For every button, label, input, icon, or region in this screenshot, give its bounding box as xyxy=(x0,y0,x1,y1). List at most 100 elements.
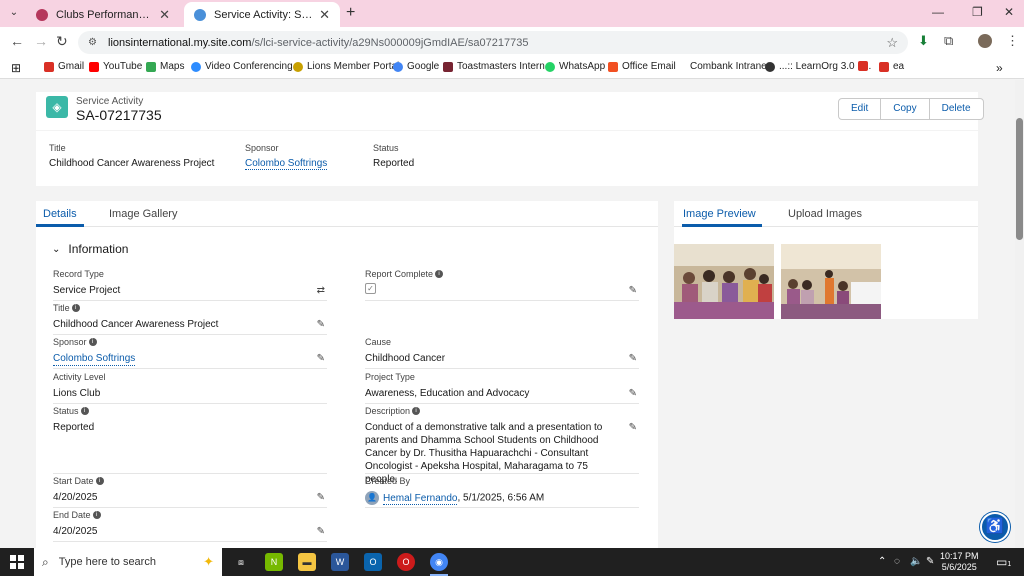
bookmark-label: Maps xyxy=(160,61,185,72)
reload-icon[interactable]: ↻ xyxy=(56,34,68,48)
bookmark-toastmasters[interactable]: Toastmasters Intern... xyxy=(443,61,553,72)
forward-icon[interactable]: → xyxy=(34,34,48,48)
tab-upload-images[interactable]: Upload Images xyxy=(788,208,862,220)
info-icon[interactable]: i xyxy=(435,270,444,278)
record-header: ◈ Service Activity SA-07217735 Edit Copy… xyxy=(36,92,984,186)
nvidia-app-icon[interactable]: N xyxy=(265,553,283,571)
field-record-type: Record Type Service Project ⇄ xyxy=(53,269,327,301)
volume-icon[interactable]: 🔈 xyxy=(910,556,922,567)
task-view-icon[interactable]: ⧈ xyxy=(232,553,250,571)
report-complete-checkbox[interactable]: ✓ xyxy=(365,283,376,294)
windows-start-icon[interactable] xyxy=(10,555,24,569)
word-icon[interactable]: W xyxy=(331,553,349,571)
image-thumbnail[interactable] xyxy=(674,244,774,319)
profile-avatar-icon[interactable] xyxy=(978,34,992,51)
info-icon[interactable]: i xyxy=(80,407,89,415)
page-scrollbar[interactable] xyxy=(1015,80,1024,548)
section-information[interactable]: ⌄ Information xyxy=(52,242,128,256)
taskbar-search-box[interactable]: ⌕ Type here to search ✦ xyxy=(34,548,222,576)
opera-icon[interactable]: O xyxy=(397,553,415,571)
tab-details[interactable]: Details xyxy=(43,208,77,220)
change-record-type-icon[interactable]: ⇄ xyxy=(317,285,325,296)
search-highlight-icon: ✦ xyxy=(203,554,214,569)
bookmark-gmail-2[interactable] xyxy=(858,61,872,71)
bookmark-combank[interactable]: Combank Intranet xyxy=(690,61,770,72)
windows-taskbar: ⌕ Type here to search ✦ ⧈ N ▬ W O O ◉ ⌃ … xyxy=(0,548,1024,576)
tray-overflow-icon[interactable]: ⌃ xyxy=(878,556,886,567)
close-window-icon[interactable]: ✕ xyxy=(1004,5,1014,19)
bookmark-lions[interactable]: Lions Member Portal xyxy=(293,61,399,72)
edit-pencil-icon[interactable]: ✎ xyxy=(317,319,325,330)
field-value: Reported xyxy=(53,422,95,433)
taskbar-clock[interactable]: 10:17 PM 5/6/2025 xyxy=(940,551,979,573)
youtube-icon xyxy=(89,61,99,72)
file-explorer-icon[interactable]: ▬ xyxy=(298,553,316,571)
edit-pencil-icon[interactable]: ✎ xyxy=(629,353,637,364)
bookmark-youtube[interactable]: YouTube xyxy=(89,61,142,72)
new-tab-icon[interactable]: + xyxy=(346,5,355,21)
bookmark-zoom[interactable]: Video Conferencing... xyxy=(191,61,301,72)
edit-pencil-icon[interactable]: ✎ xyxy=(317,492,325,503)
browser-tab-service-activity[interactable]: Service Activity: SA-07217735 ✕ xyxy=(184,2,340,27)
edit-pencil-icon[interactable]: ✎ xyxy=(317,353,325,364)
more-bookmarks-icon[interactable]: » xyxy=(996,61,1003,75)
address-bar[interactable]: ⚙ lionsinternational.my.site.com/s/lci-s… xyxy=(78,31,908,54)
info-icon[interactable]: i xyxy=(92,511,101,519)
info-icon[interactable]: i xyxy=(71,304,80,312)
tab-search-icon[interactable]: ⌄ xyxy=(6,5,22,21)
details-panel: Details Image Gallery ⌄ Information Reco… xyxy=(36,201,658,548)
bookmark-ea[interactable]: ea xyxy=(879,61,904,72)
active-tab-indicator xyxy=(36,224,84,227)
network-icon[interactable]: ◌ xyxy=(894,556,900,567)
extensions-icon[interactable]: ⧉ xyxy=(944,34,953,48)
tab-image-gallery[interactable]: Image Gallery xyxy=(109,208,177,220)
pen-icon[interactable]: ✎ xyxy=(926,556,934,567)
bookmark-label: Gmail xyxy=(58,61,85,72)
object-type-label: Service Activity xyxy=(76,96,144,107)
created-by-user-link[interactable]: Hemal Fernando xyxy=(383,492,458,505)
field-label-text: Status xyxy=(53,406,79,416)
bookmark-google[interactable]: Google xyxy=(393,61,439,72)
browser-menu-icon[interactable]: ⋮ xyxy=(1006,34,1019,48)
bookmark-maps[interactable]: Maps xyxy=(146,61,184,72)
image-thumbnail[interactable] xyxy=(781,244,881,319)
back-icon[interactable]: ← xyxy=(10,34,24,48)
edit-pencil-icon[interactable]: ✎ xyxy=(629,388,637,399)
sponsor-value-link[interactable]: Colombo Softrings xyxy=(53,352,136,366)
edit-button[interactable]: Edit xyxy=(839,99,882,119)
edit-pencil-icon[interactable]: ✎ xyxy=(629,285,637,296)
info-icon[interactable]: i xyxy=(88,338,97,346)
minimize-icon[interactable]: — xyxy=(932,5,944,19)
field-label: Record Type xyxy=(53,269,104,279)
close-tab-icon[interactable]: ✕ xyxy=(159,7,170,23)
edit-pencil-icon[interactable]: ✎ xyxy=(317,526,325,537)
notifications-icon[interactable]: ▭1 xyxy=(996,555,1011,569)
chrome-icon[interactable]: ◉ xyxy=(430,553,448,571)
image-panel: Image Preview Upload Images xyxy=(674,201,978,319)
bookmark-learnorg[interactable]: ...:: LearnOrg 3.0 ::... xyxy=(765,61,871,72)
restore-icon[interactable]: ❐ xyxy=(972,5,983,19)
active-tab-indicator xyxy=(682,224,762,227)
bookmark-office-email[interactable]: Office Email xyxy=(608,61,676,72)
bookmark-gmail[interactable]: Gmail xyxy=(44,61,84,72)
tab-image-preview[interactable]: Image Preview xyxy=(683,208,756,220)
sponsor-link[interactable]: Colombo Softrings xyxy=(245,158,328,170)
close-tab-icon[interactable]: ✕ xyxy=(319,7,330,23)
scrollbar-thumb[interactable] xyxy=(1016,118,1023,240)
info-icon[interactable]: i xyxy=(412,407,421,415)
tab-title: Clubs Performance Evaluation S xyxy=(56,8,153,21)
field-label: Created By xyxy=(365,476,411,486)
bookmark-whatsapp[interactable]: WhatsApp xyxy=(545,61,605,72)
info-icon[interactable]: i xyxy=(95,477,104,485)
download-icon[interactable]: ⬇ xyxy=(918,34,929,48)
edit-pencil-icon[interactable]: ✎ xyxy=(629,422,637,433)
site-info-icon[interactable]: ⚙ xyxy=(88,37,100,49)
apps-grid-icon[interactable]: ⊞ xyxy=(11,61,21,75)
outlook-icon[interactable]: O xyxy=(364,553,382,571)
field-activity-level: Activity Level Lions Club xyxy=(53,372,327,404)
bookmark-star-icon[interactable]: ☆ xyxy=(886,35,898,51)
delete-button[interactable]: Delete xyxy=(930,99,983,119)
accessibility-button[interactable]: ♿ xyxy=(980,512,1010,542)
browser-tab-clubs[interactable]: Clubs Performance Evaluation S ✕ xyxy=(26,2,180,27)
copy-button[interactable]: Copy xyxy=(881,99,930,119)
